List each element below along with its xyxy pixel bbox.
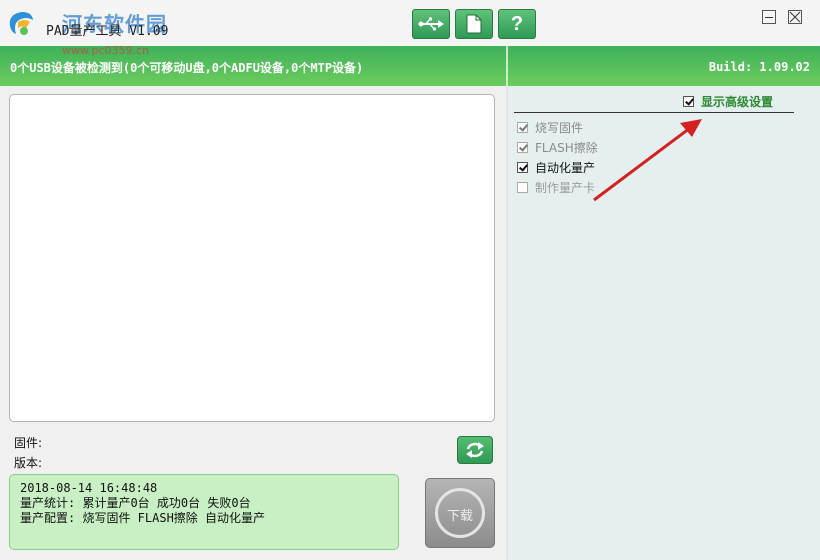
- close-button[interactable]: [788, 10, 802, 24]
- stats-datetime: 2018-08-14 16:48:48: [20, 481, 158, 495]
- burn-firmware-checkbox: [517, 122, 528, 133]
- refresh-firmware-button[interactable]: [457, 436, 493, 464]
- version-label: 版本:: [14, 456, 43, 470]
- firmware-label: 固件:: [14, 436, 43, 450]
- help-button[interactable]: ?: [498, 9, 536, 39]
- download-button[interactable]: 下载: [425, 478, 495, 548]
- help-icon: ?: [510, 12, 524, 35]
- title-bar: 河东软件园 PAD量产工具 V1.09 ?: [0, 0, 820, 46]
- document-icon: [466, 14, 482, 34]
- auto-production-checkbox[interactable]: [517, 162, 528, 173]
- annotation-arrow-icon: [593, 119, 702, 202]
- app-logo-icon: [9, 12, 33, 35]
- download-label: 下载: [446, 509, 473, 524]
- document-button[interactable]: [455, 9, 493, 39]
- usb-icon: [418, 17, 444, 31]
- refresh-icon: [466, 442, 484, 458]
- flash-erase-checkbox: [517, 142, 528, 153]
- log-area[interactable]: [9, 94, 495, 422]
- close-icon: [789, 11, 801, 23]
- production-stats-panel: 2018-08-14 16:48:48 量产统计: 累计量产0台 成功0台 失败…: [9, 474, 399, 550]
- usb-button[interactable]: [412, 9, 450, 39]
- window-title: PAD量产工具 V1.09: [46, 24, 169, 39]
- stats-summary: 量产统计: 累计量产0台 成功0台 失败0台: [20, 496, 251, 510]
- status-divider: [506, 46, 508, 86]
- minimize-icon: [765, 17, 773, 18]
- minimize-button[interactable]: [762, 10, 776, 24]
- stats-config: 量产配置: 烧写固件 FLASH擦除 自动化量产: [20, 511, 266, 525]
- build-version: Build: 1.09.02: [708, 60, 810, 74]
- make-production-card-checkbox: [517, 182, 528, 193]
- device-count-text: 0个USB设备被检测到(0个可移动U盘,0个ADFU设备,0个MTP设备): [10, 61, 364, 75]
- show-advanced-label: 显示高级设置: [701, 95, 774, 109]
- watermark-url: www.pc0359.cn: [62, 44, 150, 57]
